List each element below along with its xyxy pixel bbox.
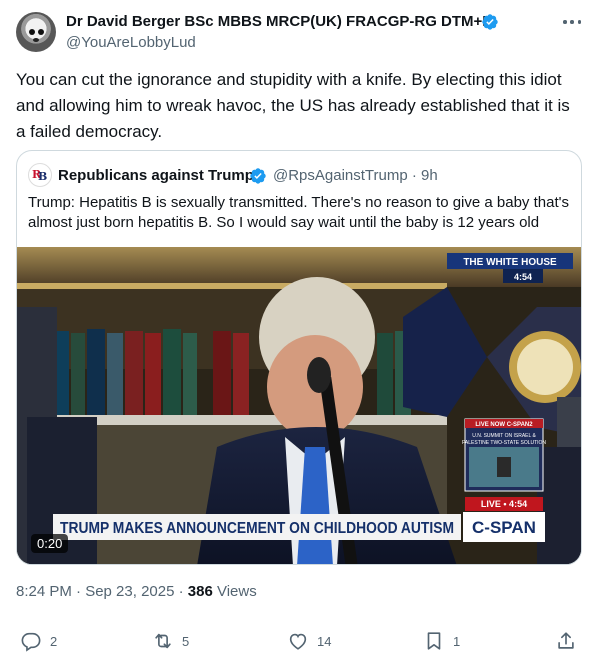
- share-icon: [558, 632, 574, 649]
- tweet-meta: 8:24 PM · Sep 23, 2025 · 386 Views: [16, 583, 257, 600]
- author-handle[interactable]: @YouAreLobbyLud: [66, 34, 196, 51]
- video-player[interactable]: THE WHITE HOUSE 4:54 LIVE NOW C-SPAN2 U.…: [17, 247, 581, 564]
- verified-badge-icon: [482, 14, 498, 30]
- bug-title-label: THE WHITE HOUSE: [463, 257, 557, 268]
- quote-text: Trump: Hepatitis B is sexually transmitt…: [28, 194, 569, 231]
- video-frame: THE WHITE HOUSE 4:54 LIVE NOW C-SPAN2 U.…: [17, 247, 581, 564]
- reply-count: 2: [50, 633, 58, 649]
- repost-icon: [155, 633, 171, 649]
- verified-badge-icon: [250, 168, 266, 184]
- like-button[interactable]: 14: [287, 627, 331, 655]
- tweet-card[interactable]: Dr David Berger BSc MBBS MRCP(UK) FRACGP…: [0, 0, 598, 665]
- inset-top-label: LIVE NOW C-SPAN2: [475, 422, 533, 428]
- heart-icon: [289, 633, 307, 650]
- network-logo: C-SPAN: [472, 518, 536, 537]
- views-label: Views: [212, 583, 257, 600]
- timestamp[interactable]: 8:24 PM · Sep 23, 2025 ·: [16, 583, 188, 600]
- live-label: LIVE • 4:54: [481, 499, 527, 509]
- repost-count: 5: [182, 633, 190, 649]
- bookmark-button[interactable]: 1: [423, 627, 460, 655]
- reply-icon: [21, 632, 41, 652]
- views-count: 386: [187, 583, 213, 600]
- bookmark-icon: [427, 632, 441, 650]
- share-button[interactable]: [555, 627, 577, 655]
- quote-author-avatar[interactable]: RB: [28, 163, 52, 187]
- tweet-text: You can cut the ignorance and stupidity …: [16, 70, 570, 141]
- video-duration: 0:20: [31, 534, 69, 553]
- inset-line1-label: U.N. SUMMIT ON ISRAEL &: [472, 433, 536, 439]
- author-name[interactable]: Dr David Berger BSc MBBS MRCP(UK) FRACGP…: [66, 13, 493, 30]
- like-count: 14: [317, 633, 332, 649]
- inset-line2-label: PALESTINE TWO-STATE SOLUTION: [462, 440, 546, 446]
- quote-author-handle-time[interactable]: @RpsAgainstTrump · 9h: [273, 167, 438, 184]
- reply-button[interactable]: 2: [20, 627, 57, 655]
- bug-time-label: 4:54: [514, 272, 532, 282]
- quote-author-name[interactable]: Republicans against Trump: [58, 167, 254, 184]
- repost-button[interactable]: 5: [152, 627, 189, 655]
- bookmark-count: 1: [453, 633, 461, 649]
- author-avatar[interactable]: [16, 12, 56, 52]
- chyron-text: TRUMP MAKES ANNOUNCEMENT ON CHILDHOOD AU…: [60, 520, 454, 537]
- quoted-tweet[interactable]: RB Republicans against Trump @RpsAgainst…: [16, 150, 582, 565]
- more-options-icon[interactable]: [561, 12, 583, 32]
